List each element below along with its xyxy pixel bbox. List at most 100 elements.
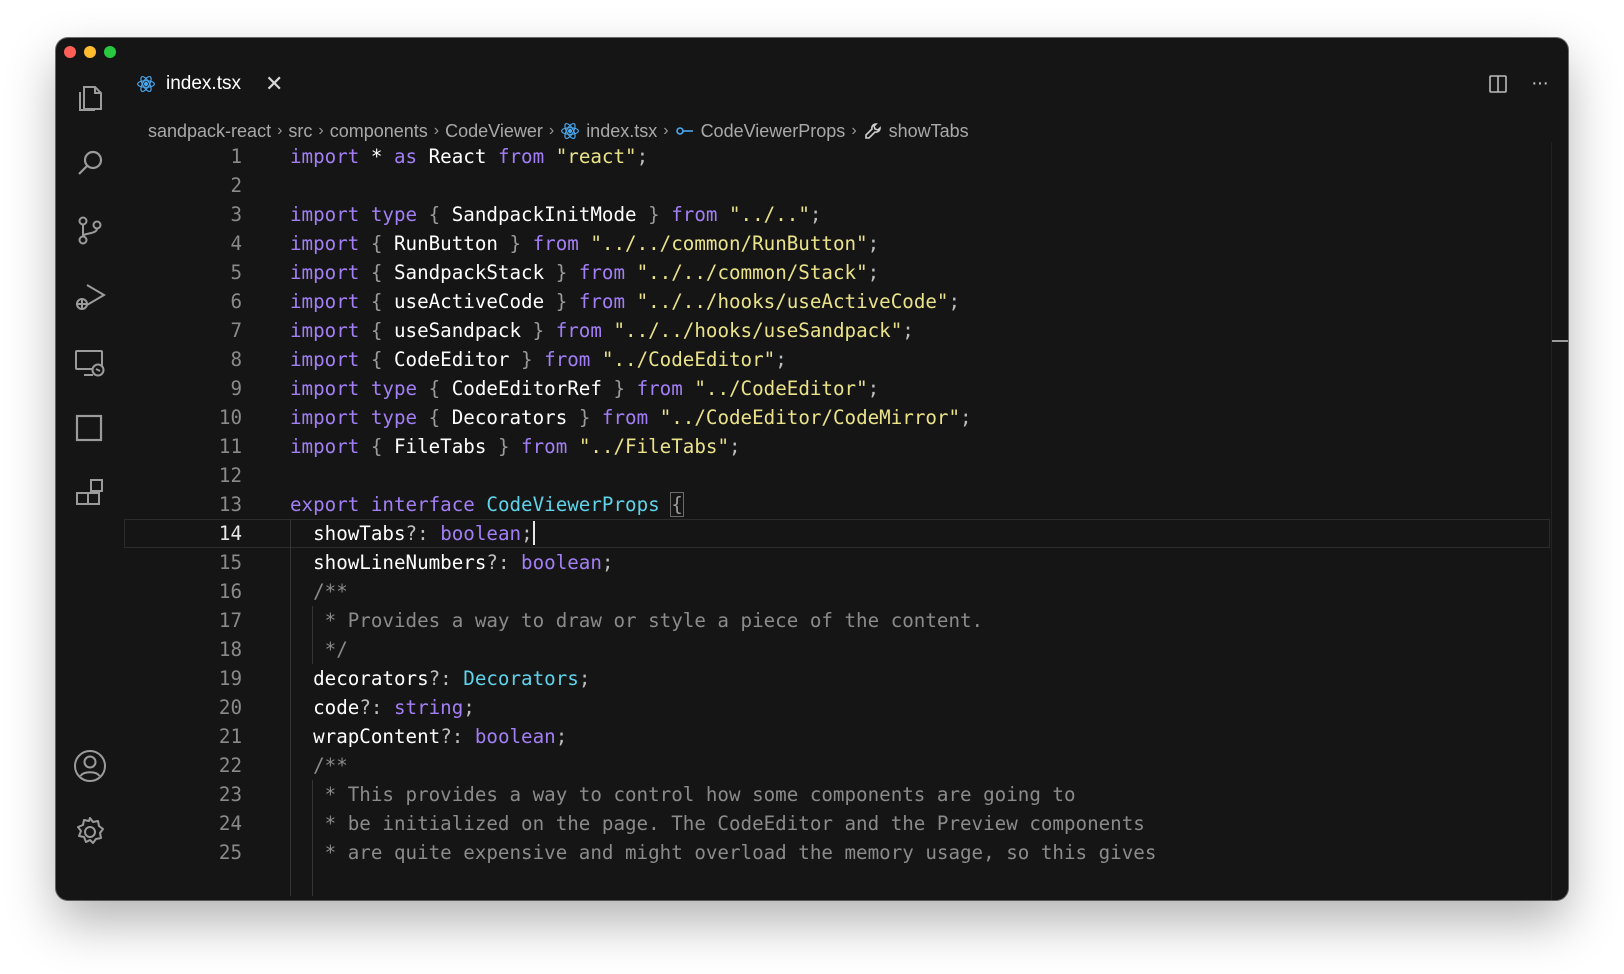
code-token: import [290,319,360,342]
breadcrumb-separator: › [433,122,440,139]
code-line[interactable]: 13 export interface CodeViewerProps { [124,490,1550,519]
code-token: "../CodeEditor" [590,348,776,371]
code-line[interactable]: 20 code?: string; [124,693,1550,722]
line-number: 25 [218,841,242,864]
code-token: wrapContent [290,725,441,748]
code-line[interactable]: 11 import { FileTabs } from "../FileTabs"… [124,432,1550,461]
code-line[interactable]: 5 import { SandpackStack } from "../../co… [124,258,1550,287]
code-token: } [509,348,545,371]
code-token: "../CodeEditor/CodeMirror" [648,406,961,429]
code-line[interactable]: 12 [124,461,1550,490]
code-line[interactable]: 4 import { RunButton } from "../../common… [124,229,1550,258]
interface-symbol-icon [675,127,693,135]
source-control-icon[interactable] [70,210,110,250]
code-text: import { useActiveCode } from "../../hoo… [290,287,960,316]
explorer-icon[interactable] [70,78,110,118]
breadcrumb-property-label: showTabs [888,120,969,141]
breadcrumb-item-interface[interactable]: CodeViewerProps [675,121,845,142]
code-token: "../CodeEditor" [682,377,868,400]
code-line[interactable]: 18 */ [124,635,1550,664]
code-line[interactable]: 6 import { useActiveCode } from "../../ho… [124,287,1550,316]
breadcrumb-item-file[interactable]: index.tsx [560,121,657,142]
code-line[interactable]: 1 import * as React from "react"; [124,142,1550,171]
line-number: 24 [218,812,242,835]
run-debug-icon[interactable] [70,276,110,316]
settings-gear-icon[interactable] [70,812,110,852]
code-token: { [359,261,394,284]
code-line[interactable]: 17 * Provides a way to draw or style a p… [124,606,1550,635]
breadcrumb-item[interactable]: components [330,121,428,142]
more-actions-icon[interactable]: ··· [1531,72,1549,95]
tab-index-tsx[interactable]: index.tsx ✕ [136,66,283,102]
react-icon [137,76,155,92]
breadcrumb-separator: › [851,122,857,139]
breadcrumb-item-property[interactable]: showTabs [863,121,969,142]
code-text: import * as React from "react"; [290,142,648,171]
code-text: showTabs?: boolean; [290,519,535,548]
code-token: } [497,232,533,255]
tab-label: index.tsx [166,73,241,94]
code-line[interactable]: 23 * This provides a way to control how … [124,780,1550,809]
line-number: 23 [218,783,242,806]
remote-explorer-icon[interactable] [70,342,110,382]
code-line[interactable]: 8 import { CodeEditor } from "../CodeEdit… [124,345,1550,374]
breadcrumb-separator: › [548,122,555,139]
code-token: ?: [405,522,441,545]
code-token: } [486,435,522,458]
code-line[interactable]: 15 showLineNumbers?: boolean; [124,548,1550,577]
code-line[interactable]: 25 * are quite expensive and might overl… [124,838,1550,867]
code-text: * This provides a way to control how som… [290,780,1076,809]
code-editor[interactable]: 1 import * as React from "react"; 2 3 import… [124,142,1568,900]
code-line[interactable]: 19 decorators?: Decorators; [124,664,1550,693]
code-line[interactable]: 3 import type { SandpackInitMode } from "… [124,200,1550,229]
code-token: type [359,377,418,400]
code-token: } [544,290,579,313]
editor-scrollbar[interactable] [1551,142,1568,900]
code-line[interactable]: 7 import { useSandpack } from "../../hook… [124,316,1550,345]
code-line[interactable]: 10 import type { Decorators } from "../Co… [124,403,1550,432]
tab-bar: index.tsx ✕ ··· [124,66,1568,102]
code-token: * This provides a way to control how som… [290,783,1076,806]
code-line[interactable]: 21 wrapContent?: boolean; [124,722,1550,751]
breadcrumb-separator: › [663,122,669,139]
code-line[interactable]: 9 import type { CodeEditorRef } from "../… [124,374,1550,403]
code-token: SandpackInitMode [451,203,637,226]
wrench-icon [864,123,881,139]
code-token: * [359,145,394,168]
code-token: ; [948,290,961,313]
code-line[interactable]: 24 * be initialized on the page. The Cod… [124,809,1550,838]
code-token: * be initialized on the page. The CodeEd… [290,812,1145,835]
code-token: decorators [290,667,429,690]
account-icon[interactable] [70,746,110,786]
code-token: ; [729,435,741,458]
code-token: ; [902,319,914,342]
extensions-icon[interactable] [70,474,110,514]
code-token: boolean [440,522,522,545]
code-token: FileTabs [393,435,487,458]
code-line[interactable]: 2 [124,171,1550,200]
code-token: boolean [521,551,602,574]
line-number: 22 [218,754,242,777]
code-token: { [417,377,452,400]
panel-icon[interactable] [70,408,110,448]
code-token: { [359,232,394,255]
close-icon[interactable]: ✕ [265,73,283,95]
breadcrumb: sandpack-react › src › components › Code… [148,118,969,144]
code-text: import type { SandpackInitMode } from ".… [290,200,821,229]
code-line[interactable]: 16 /** [124,577,1550,606]
code-line[interactable]: 14 showTabs?: boolean; [124,519,1550,548]
split-editor-icon[interactable] [1487,73,1509,95]
breadcrumb-item[interactable]: src [288,121,312,142]
code-line[interactable]: 22 /** [124,751,1550,780]
line-number: 2 [230,174,242,197]
code-text: code?: string; [290,693,475,722]
line-number: 7 [230,319,242,342]
line-number: 1 [230,145,242,168]
code-token: * Provides a way to draw or style a piec… [290,609,984,632]
code-token: ?: [440,725,475,748]
breadcrumb-item[interactable]: sandpack-react [148,121,271,142]
code-text: import { CodeEditor } from "../CodeEdito… [290,345,787,374]
search-icon[interactable] [70,144,110,184]
breadcrumb-item[interactable]: CodeViewer [445,121,543,142]
text-cursor [532,521,535,545]
